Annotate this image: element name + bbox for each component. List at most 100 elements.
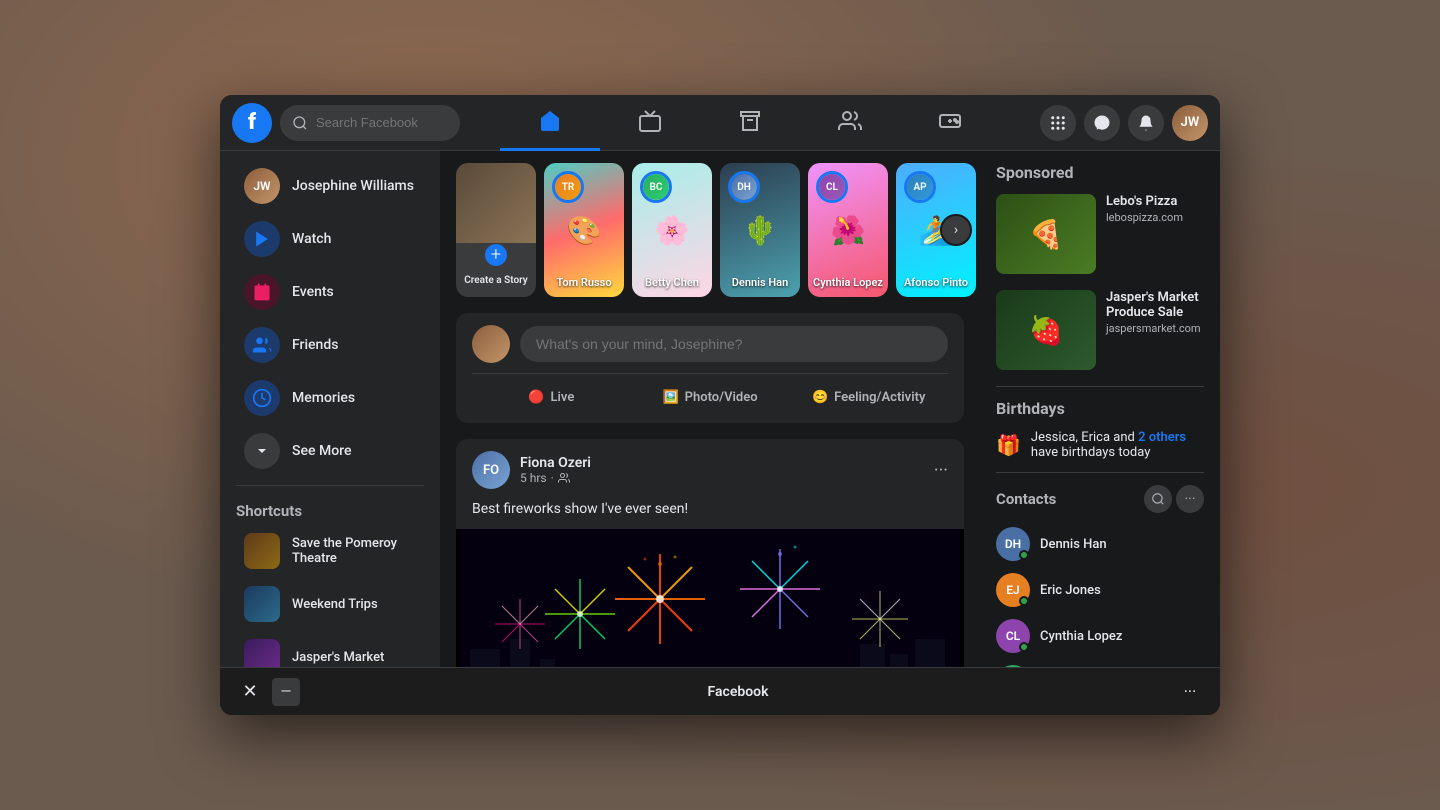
birthdays-title: Birthdays xyxy=(996,399,1204,418)
main-layout: JW Josephine Williams Watch Events xyxy=(220,151,1220,667)
contact-cynthia-avatar: CL xyxy=(996,619,1030,653)
search-input[interactable] xyxy=(316,115,436,130)
contact-betty[interactable]: BC Betty Chen xyxy=(996,659,1204,667)
nav-tab-groups[interactable] xyxy=(800,95,900,151)
story-betty-avatar: BC xyxy=(640,171,672,203)
shortcut-market-thumb xyxy=(244,639,280,667)
minimize-button[interactable]: — xyxy=(272,678,300,706)
sidebar-profile[interactable]: JW Josephine Williams xyxy=(228,160,432,212)
apps-button[interactable] xyxy=(1040,105,1076,141)
ad-lebo[interactable]: 🍕 Lebo's Pizza lebospizza.com xyxy=(996,194,1204,274)
ad-lebo-url: lebospizza.com xyxy=(1106,211,1204,224)
facebook-logo[interactable]: f xyxy=(232,103,272,143)
friends-privacy-icon xyxy=(558,472,570,484)
top-right: JW xyxy=(1040,105,1208,141)
sponsored-title: Sponsored xyxy=(996,163,1204,182)
shortcut-trips-thumb xyxy=(244,586,280,622)
post-privacy-icon: · xyxy=(551,471,554,485)
stories-next-button[interactable]: › xyxy=(940,214,972,246)
post-card: FO Fiona Ozeri 5 hrs · ··· Best firework… xyxy=(456,439,964,667)
gaming-icon xyxy=(938,109,962,133)
birthday-others[interactable]: 2 others xyxy=(1138,430,1186,445)
online-indicator xyxy=(1019,642,1029,652)
window-title: Facebook xyxy=(300,684,1176,700)
shortcut-market-label: Jasper's Market xyxy=(292,650,384,665)
create-story-plus: + xyxy=(482,241,510,269)
feeling-label: Feeling/Activity xyxy=(834,390,925,405)
more-options-button[interactable]: ··· xyxy=(1176,678,1204,706)
home-icon xyxy=(538,109,562,133)
shortcuts-label: Shortcuts xyxy=(220,494,440,524)
contact-dennis[interactable]: DH Dennis Han xyxy=(996,521,1204,567)
composer-photo-button[interactable]: 🖼️ Photo/Video xyxy=(631,384,790,411)
story-betty-label: Betty Chen xyxy=(632,276,712,289)
contacts-title: Contacts xyxy=(996,490,1144,508)
ad-jasper[interactable]: 🍓 Jasper's Market Produce Sale jaspersma… xyxy=(996,290,1204,370)
sidebar-item-watch[interactable]: Watch xyxy=(228,213,432,265)
story-cynthia[interactable]: CL 🌺 Cynthia Lopez xyxy=(808,163,888,297)
contacts-more-button[interactable]: ··· xyxy=(1176,485,1204,513)
contact-dennis-avatar: DH xyxy=(996,527,1030,561)
post-input[interactable] xyxy=(520,326,948,362)
shortcut-trips[interactable]: Weekend Trips xyxy=(228,578,432,630)
ad-pizza-img: 🍕 xyxy=(996,194,1096,274)
watch-icon-sidebar xyxy=(244,221,280,257)
divider-birthdays xyxy=(996,386,1204,387)
messenger-button[interactable] xyxy=(1084,105,1120,141)
contact-eric[interactable]: EJ Eric Jones xyxy=(996,567,1204,613)
birthday-icon: 🎁 xyxy=(996,433,1021,457)
create-story-bg xyxy=(456,163,536,243)
shortcut-theatre[interactable]: Save the Pomeroy Theatre xyxy=(228,525,432,577)
top-bar: f xyxy=(220,95,1220,151)
ad-jasper-thumb: 🍓 xyxy=(996,290,1096,370)
contacts-more-icon: ··· xyxy=(1185,491,1196,507)
feeling-icon: 😊 xyxy=(812,390,828,405)
nav-tabs xyxy=(460,95,1040,151)
nav-tab-home[interactable] xyxy=(500,95,600,151)
nav-tab-marketplace[interactable] xyxy=(700,95,800,151)
search-icon xyxy=(292,115,308,131)
composer-live-button[interactable]: 🔴 Live xyxy=(472,384,631,411)
sidebar-profile-name: Josephine Williams xyxy=(292,178,414,194)
ad-lebo-thumb: 🍕 xyxy=(996,194,1096,274)
sidebar-memories-label: Memories xyxy=(292,390,355,406)
story-cynthia-avatar: CL xyxy=(816,171,848,203)
user-avatar-button[interactable]: JW xyxy=(1172,105,1208,141)
contact-dennis-name: Dennis Han xyxy=(1040,537,1107,552)
story-betty[interactable]: BC 🌸 Betty Chen xyxy=(632,163,712,297)
create-story-card[interactable]: + Create a Story xyxy=(456,163,536,297)
ad-jasper-title: Jasper's Market Produce Sale xyxy=(1106,290,1204,320)
marketplace-icon xyxy=(738,109,762,133)
shortcut-trips-label: Weekend Trips xyxy=(292,597,378,612)
memories-icon xyxy=(244,380,280,416)
notifications-button[interactable] xyxy=(1128,105,1164,141)
post-author-avatar: FO xyxy=(472,451,510,489)
sidebar-item-memories[interactable]: Memories xyxy=(228,372,432,424)
watch-icon xyxy=(638,109,662,133)
messenger-icon xyxy=(1093,114,1111,132)
post-time: 5 hrs · xyxy=(520,471,924,485)
contact-cynthia[interactable]: CL Cynthia Lopez xyxy=(996,613,1204,659)
sidebar-see-more[interactable]: See More xyxy=(228,425,432,477)
ad-jasper-url: jaspersmarket.com xyxy=(1106,322,1204,335)
sidebar-item-events[interactable]: Events xyxy=(228,266,432,318)
post-text: Best fireworks show I've ever seen! xyxy=(456,501,964,529)
sidebar-item-friends[interactable]: Friends xyxy=(228,319,432,371)
apps-icon xyxy=(1049,114,1067,132)
story-tom-label: Tom Russo xyxy=(544,276,624,289)
live-label: Live xyxy=(551,390,575,405)
search-box[interactable] xyxy=(280,105,460,141)
sidebar-friends-label: Friends xyxy=(292,337,338,353)
sidebar-divider-1 xyxy=(236,485,424,486)
sidebar-watch-label: Watch xyxy=(292,231,331,247)
nav-tab-watch[interactable] xyxy=(600,95,700,151)
photo-icon: 🖼️ xyxy=(662,390,678,405)
post-menu-button[interactable]: ··· xyxy=(934,460,948,481)
nav-tab-gaming[interactable] xyxy=(900,95,1000,151)
story-dennis[interactable]: DH 🌵 Dennis Han xyxy=(720,163,800,297)
composer-feeling-button[interactable]: 😊 Feeling/Activity xyxy=(789,384,948,411)
shortcut-market[interactable]: Jasper's Market xyxy=(228,631,432,667)
story-tom[interactable]: TR 🎨 Tom Russo xyxy=(544,163,624,297)
close-button[interactable]: ✕ xyxy=(236,678,264,706)
contacts-search-button[interactable] xyxy=(1144,485,1172,513)
